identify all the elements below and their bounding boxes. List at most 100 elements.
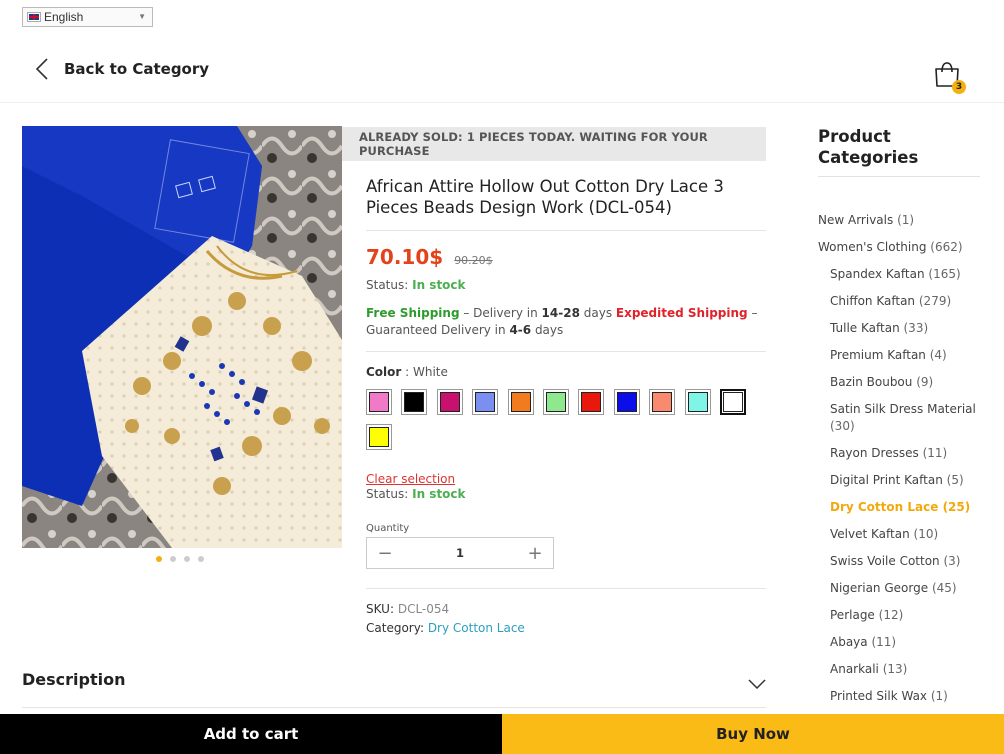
sidebar-category-item[interactable]: Premium Kaftan (4) xyxy=(818,347,980,364)
original-price: 90.20$ xyxy=(454,254,493,267)
color-swatch-magenta[interactable] xyxy=(436,389,463,415)
sidebar-category-item[interactable]: Rayon Dresses (11) xyxy=(818,445,980,462)
divider xyxy=(366,230,766,231)
sidebar-category-item[interactable]: Velvet Kaftan (10) xyxy=(818,526,980,543)
stock-status: Status: In stock xyxy=(366,278,766,292)
language-select[interactable]: English ▼ xyxy=(22,7,153,27)
sidebar-category-item[interactable]: Nigerian George (45) xyxy=(818,580,980,597)
color-swatch-red[interactable] xyxy=(578,389,605,415)
category-count: (662) xyxy=(930,240,963,254)
category-row: Category: Dry Cotton Lace xyxy=(366,619,766,638)
sidebar-category-item[interactable]: Perlage (12) xyxy=(818,607,980,624)
free-shipping-label: Free Shipping xyxy=(366,306,460,320)
color-swatch-blue[interactable] xyxy=(613,389,640,415)
status-label: Status: xyxy=(366,487,409,501)
category-count: (25) xyxy=(942,500,971,514)
product-meta: SKU: DCL-054 Category: Dry Cotton Lace xyxy=(366,600,766,638)
color-swatch-fill xyxy=(404,392,425,412)
header: Back to Category 3 xyxy=(0,38,1004,103)
shipping-text-4: days xyxy=(531,323,564,337)
color-swatch-black[interactable] xyxy=(401,389,428,415)
category-count: (1) xyxy=(930,689,948,703)
category-count: (165) xyxy=(928,267,961,281)
sidebar-category-item[interactable]: Tulle Kaftan (33) xyxy=(818,320,980,337)
sidebar-category-item[interactable]: Abaya (11) xyxy=(818,634,980,651)
sidebar-category-item[interactable]: Chiffon Kaftan (279) xyxy=(818,293,980,310)
category-name: Women's Clothing xyxy=(818,240,927,254)
shipping-text-2: days xyxy=(579,306,616,320)
plus-icon[interactable]: + xyxy=(525,543,545,564)
divider xyxy=(366,588,766,589)
category-count: (10) xyxy=(913,527,939,541)
buy-now-button[interactable]: Buy Now xyxy=(502,714,1004,754)
shipping-info: Free Shipping – Delivery in 14-28 days E… xyxy=(366,305,766,339)
color-label-key: Color xyxy=(366,365,402,379)
sidebar-category-item[interactable]: Printed Silk Wax (1) xyxy=(818,688,980,705)
category-name: Tulle Kaftan xyxy=(830,321,900,335)
category-link[interactable]: Dry Cotton Lace xyxy=(428,621,525,635)
color-swatch-light-green[interactable] xyxy=(542,389,569,415)
divider xyxy=(366,351,766,352)
category-name: Swiss Voile Cotton xyxy=(830,554,940,568)
category-count: (11) xyxy=(871,635,897,649)
cart-button[interactable]: 3 xyxy=(933,60,966,94)
category-count: (9) xyxy=(916,375,934,389)
minus-icon[interactable]: − xyxy=(375,543,395,564)
add-to-cart-button[interactable]: Add to cart xyxy=(0,714,502,754)
product-details: African Attire Hollow Out Cotton Dry Lac… xyxy=(366,176,766,638)
color-swatch-orange[interactable] xyxy=(507,389,534,415)
color-swatch-yellow[interactable] xyxy=(366,424,392,450)
clear-selection-link[interactable]: Clear selection xyxy=(366,472,455,486)
variation-stock-status: Status: In stock xyxy=(366,487,766,501)
description-title: Description xyxy=(22,670,126,689)
category-count: (3) xyxy=(943,554,961,568)
color-label: Color : White xyxy=(366,365,448,379)
chevron-left-icon xyxy=(36,58,48,80)
sidebar-category-item[interactable]: Digital Print Kaftan (5) xyxy=(818,472,980,489)
sidebar-category-item[interactable]: Bazin Boubou (9) xyxy=(818,374,980,391)
color-swatch-white[interactable] xyxy=(719,389,746,415)
sku-label: SKU: xyxy=(366,602,394,616)
sidebar-category-item[interactable]: Anarkali (13) xyxy=(818,661,980,678)
category-name: Satin Silk Dress Material xyxy=(830,402,976,416)
sidebar-category-item[interactable]: Women's Clothing (662) xyxy=(818,239,980,256)
product-image[interactable] xyxy=(22,126,342,548)
category-count: (33) xyxy=(903,321,929,335)
color-swatch-fill xyxy=(510,392,531,412)
color-swatch-fill xyxy=(475,392,496,412)
shipping-text-1: – Delivery in xyxy=(459,306,542,320)
category-name: Dry Cotton Lace xyxy=(830,500,939,514)
gallery-dot-2[interactable] xyxy=(170,556,176,562)
back-to-category-link[interactable]: Back to Category xyxy=(36,58,209,80)
sku-row: SKU: DCL-054 xyxy=(366,600,766,619)
color-swatch-salmon[interactable] xyxy=(649,389,676,415)
color-swatch-periwinkle[interactable] xyxy=(472,389,499,415)
color-swatch-pink[interactable] xyxy=(366,389,392,415)
category-count: (11) xyxy=(922,446,948,460)
chevron-down-icon: ▼ xyxy=(138,12,146,21)
sidebar-category-item[interactable]: Satin Silk Dress Material (30) xyxy=(818,401,980,435)
language-label: English xyxy=(44,10,84,24)
category-name: Abaya xyxy=(830,635,868,649)
sidebar-category-item[interactable]: Spandex Kaftan (165) xyxy=(818,266,980,283)
description-accordion[interactable]: Description xyxy=(22,670,766,708)
color-swatch-aquamarine[interactable] xyxy=(684,389,711,415)
category-label: Category: xyxy=(366,621,424,635)
category-name: Rayon Dresses xyxy=(830,446,919,460)
gallery-dot-4[interactable] xyxy=(198,556,204,562)
category-name: Perlage xyxy=(830,608,875,622)
sale-price: 70.10$ xyxy=(366,245,444,269)
gallery-dot-3[interactable] xyxy=(184,556,190,562)
sku-value: DCL-054 xyxy=(397,602,450,616)
category-name: Anarkali xyxy=(830,662,879,676)
sidebar-title: Product Categories xyxy=(818,126,980,177)
sidebar-category-item[interactable]: New Arrivals (1) xyxy=(818,212,980,229)
category-count: (279) xyxy=(918,294,952,308)
category-name: Chiffon Kaftan xyxy=(830,294,916,308)
quantity-input[interactable]: 1 xyxy=(456,546,464,560)
status-label: Status: xyxy=(366,278,409,292)
color-swatch-fill xyxy=(652,392,673,412)
gallery-dot-1[interactable] xyxy=(156,556,162,562)
sidebar-category-item[interactable]: Dry Cotton Lace (25) xyxy=(818,499,980,516)
sidebar-category-item[interactable]: Swiss Voile Cotton (3) xyxy=(818,553,980,570)
